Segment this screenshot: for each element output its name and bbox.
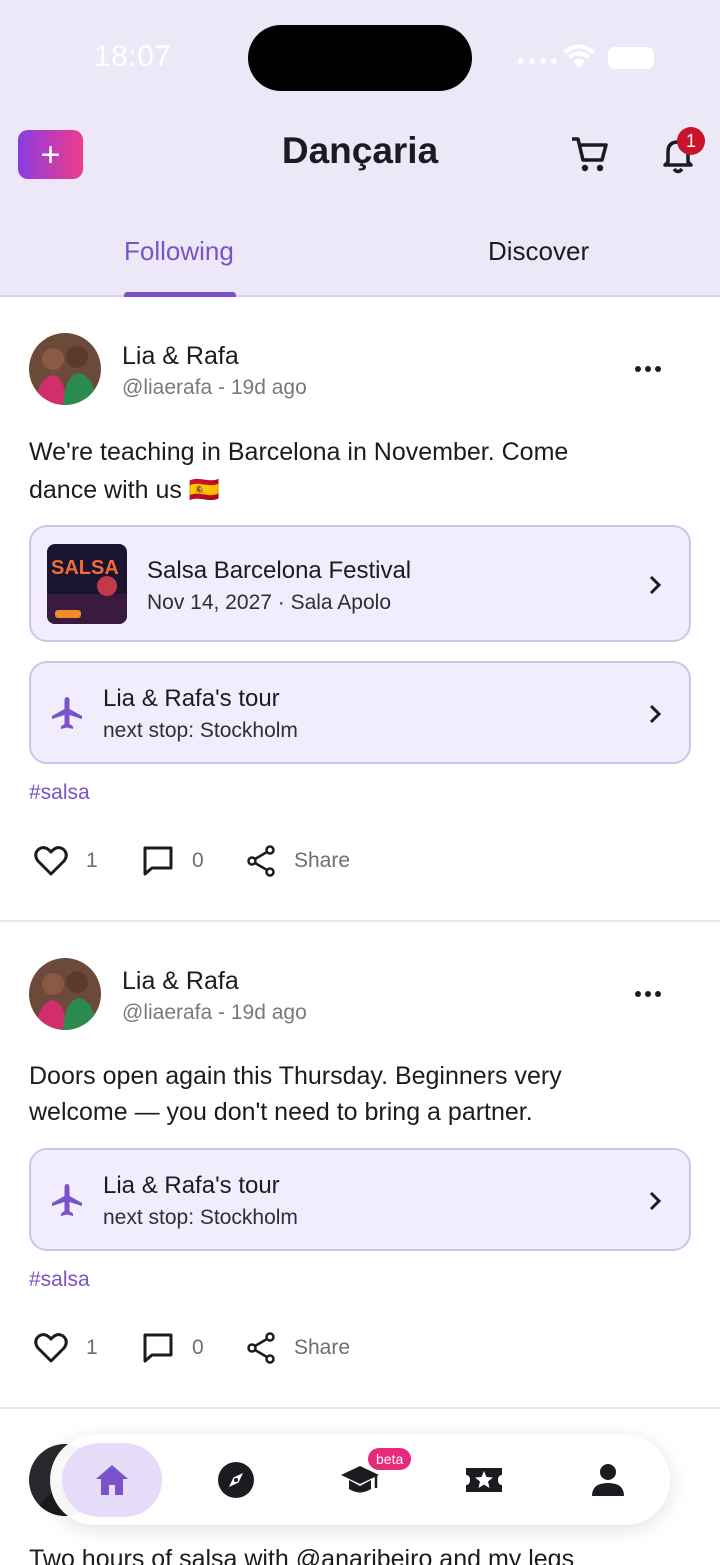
tour-card[interactable]: Lia & Rafa's tour next stop: Stockholm bbox=[29, 1148, 691, 1251]
share-label: Share bbox=[294, 1336, 351, 1359]
app-title: Dançaria bbox=[281, 130, 439, 171]
airplane-icon bbox=[52, 697, 82, 729]
bottom-nav: beta bbox=[50, 1435, 670, 1525]
ticket-star-icon[interactable] bbox=[464, 1460, 504, 1500]
tour-title: Lia & Rafa's tour bbox=[103, 685, 280, 712]
home-icon[interactable] bbox=[92, 1460, 132, 1500]
heart-icon bbox=[34, 1333, 68, 1363]
status-time: 18:07 bbox=[94, 40, 172, 73]
hashtag-link[interactable]: #salsa bbox=[29, 1268, 90, 1292]
signal-icon bbox=[518, 58, 557, 64]
share-button[interactable]: Share bbox=[246, 845, 350, 877]
post-meta: @liaerafa - 19d ago bbox=[122, 1001, 307, 1024]
cart-icon[interactable] bbox=[568, 132, 612, 176]
post-text-line: welcome — you don't need to bring a part… bbox=[29, 1098, 533, 1126]
comment-count: 0 bbox=[192, 849, 204, 872]
tab-discover[interactable]: Discover bbox=[488, 236, 589, 267]
post-text: Two hours of salsa with @anaribeiro and … bbox=[29, 1545, 575, 1565]
post-text-line: Doors open again this Thursday. Beginner… bbox=[29, 1062, 562, 1090]
post-author[interactable]: Lia & Rafa bbox=[122, 967, 239, 996]
like-button[interactable]: 1 bbox=[34, 1332, 98, 1364]
share-icon bbox=[247, 1332, 275, 1364]
notification-badge: 1 bbox=[677, 127, 705, 155]
comment-icon bbox=[143, 1333, 173, 1363]
like-count: 1 bbox=[86, 1336, 98, 1359]
share-button[interactable]: Share bbox=[246, 1332, 350, 1364]
chevron-right-icon bbox=[649, 704, 662, 724]
share-label: Share bbox=[294, 849, 351, 872]
post-text-line: We're teaching in Barcelona in November.… bbox=[29, 438, 569, 466]
feed-post: Lia & Rafa @liaerafa - 19d ago Doors ope… bbox=[0, 922, 720, 1408]
more-options-icon[interactable] bbox=[630, 988, 666, 1000]
beta-badge: beta bbox=[368, 1448, 412, 1470]
like-count: 1 bbox=[86, 849, 98, 872]
post-text: We're teaching in Barcelona in November.… bbox=[29, 433, 689, 509]
comment-icon bbox=[143, 846, 173, 876]
tour-card[interactable]: Lia & Rafa's tour next stop: Stockholm bbox=[29, 661, 691, 764]
app-header: 18:07 + Dançaria 1 Following Discover bbox=[0, 0, 720, 297]
tour-subtitle: next stop: Stockholm bbox=[103, 1206, 298, 1229]
poster-title: SALSA bbox=[51, 557, 119, 579]
post-meta: @liaerafa - 19d ago bbox=[122, 376, 307, 399]
comment-count: 0 bbox=[192, 1336, 204, 1359]
more-options-icon[interactable] bbox=[630, 363, 666, 375]
event-title: Salsa Barcelona Festival bbox=[147, 557, 412, 584]
hashtag-link[interactable]: #salsa bbox=[29, 781, 90, 805]
compass-icon[interactable] bbox=[216, 1460, 256, 1500]
event-poster: SALSA bbox=[47, 544, 127, 624]
post-text: Doors open again this Thursday. Beginner… bbox=[29, 1058, 689, 1130]
tour-subtitle: next stop: Stockholm bbox=[103, 719, 298, 742]
chevron-right-icon bbox=[649, 1191, 662, 1211]
post-divider bbox=[0, 1407, 720, 1409]
dynamic-island bbox=[248, 25, 472, 91]
comment-button[interactable]: 0 bbox=[142, 1332, 204, 1364]
profile-icon[interactable] bbox=[588, 1460, 628, 1500]
post-author[interactable]: Lia & Rafa bbox=[122, 342, 239, 371]
chevron-right-icon bbox=[649, 575, 662, 595]
feed-post: Lia & Rafa @liaerafa - 19d ago We're tea… bbox=[0, 297, 720, 921]
comment-button[interactable]: 0 bbox=[142, 845, 204, 877]
tab-following[interactable]: Following bbox=[124, 236, 234, 267]
tour-title: Lia & Rafa's tour bbox=[103, 1172, 280, 1199]
like-button[interactable]: 1 bbox=[34, 845, 98, 877]
airplane-icon bbox=[52, 1184, 82, 1216]
share-icon bbox=[247, 845, 275, 877]
post-text-line: dance with us 🇪🇸 bbox=[29, 476, 220, 504]
wifi-icon bbox=[563, 44, 595, 68]
avatar[interactable] bbox=[29, 333, 101, 405]
event-card[interactable]: SALSA Salsa Barcelona Festival Nov 14, 2… bbox=[29, 525, 691, 642]
heart-icon bbox=[34, 846, 68, 876]
avatar[interactable] bbox=[29, 958, 101, 1030]
battery-icon bbox=[608, 47, 654, 69]
event-subtitle: Nov 14, 2027 · Sala Apolo bbox=[147, 591, 392, 614]
